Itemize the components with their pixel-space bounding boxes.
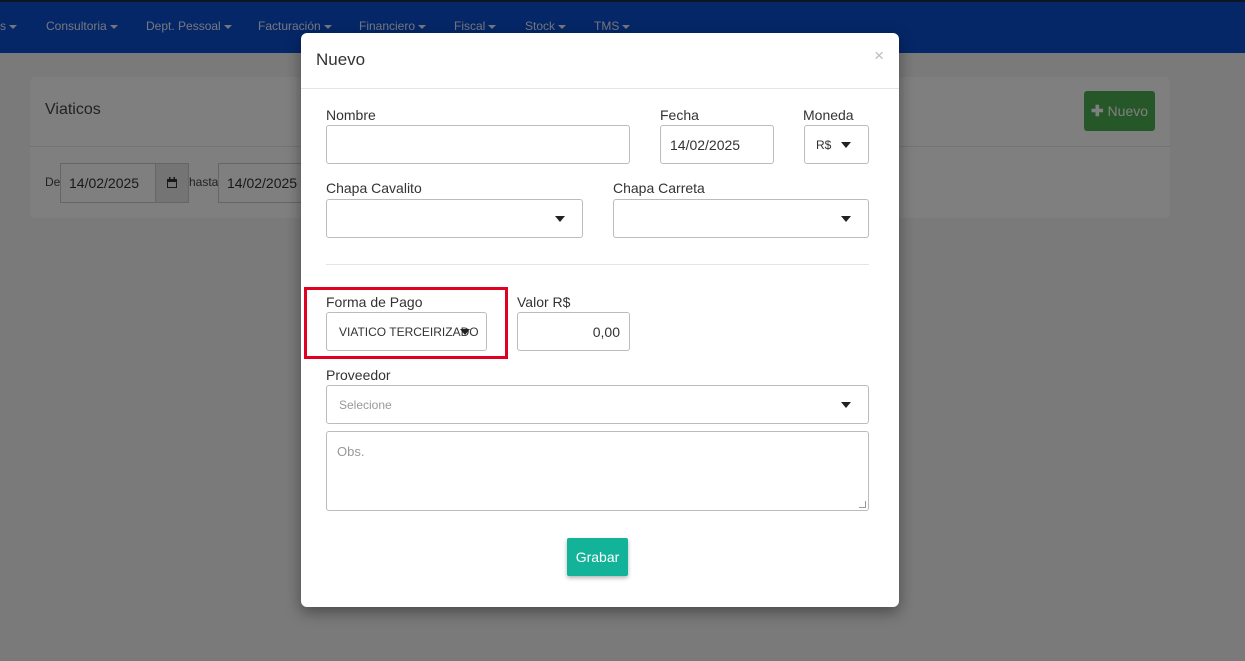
- chapa-cavalito-select[interactable]: [326, 199, 583, 238]
- chevron-down-icon: [555, 216, 565, 222]
- modal-title: Nuevo: [316, 50, 366, 69]
- proveedor-placeholder: Selecione: [339, 398, 392, 412]
- save-button[interactable]: Grabar: [567, 538, 628, 576]
- resize-handle-icon[interactable]: [859, 501, 866, 508]
- valor-value: 0,00: [592, 324, 620, 340]
- modal-header: Nuevo ×: [301, 33, 899, 89]
- moneda-select[interactable]: R$: [804, 125, 869, 164]
- nombre-input[interactable]: [326, 125, 630, 164]
- obs-textarea[interactable]: Obs.: [326, 431, 869, 511]
- chevron-down-icon: [841, 216, 851, 222]
- moneda-value: R$: [816, 138, 832, 152]
- fecha-value: 14/02/2025: [670, 137, 741, 153]
- form-divider: [326, 264, 869, 265]
- fecha-input[interactable]: 14/02/2025: [660, 125, 774, 164]
- chevron-down-icon: [841, 142, 851, 148]
- chevron-down-icon: [841, 402, 851, 408]
- close-icon[interactable]: ×: [874, 47, 884, 64]
- chapa-carreta-label: Chapa Carreta: [613, 180, 705, 196]
- chapa-carreta-select[interactable]: [613, 199, 869, 238]
- fecha-label: Fecha: [660, 107, 699, 123]
- moneda-label: Moneda: [803, 107, 854, 123]
- valor-label: Valor R$: [517, 294, 571, 310]
- chapa-cavalito-label: Chapa Cavalito: [326, 180, 422, 196]
- obs-placeholder: Obs.: [337, 444, 365, 459]
- valor-input[interactable]: 0,00: [517, 312, 630, 351]
- highlight-box: [304, 287, 508, 359]
- proveedor-select[interactable]: Selecione: [326, 385, 869, 424]
- proveedor-label: Proveedor: [326, 367, 391, 383]
- nombre-label: Nombre: [326, 107, 376, 123]
